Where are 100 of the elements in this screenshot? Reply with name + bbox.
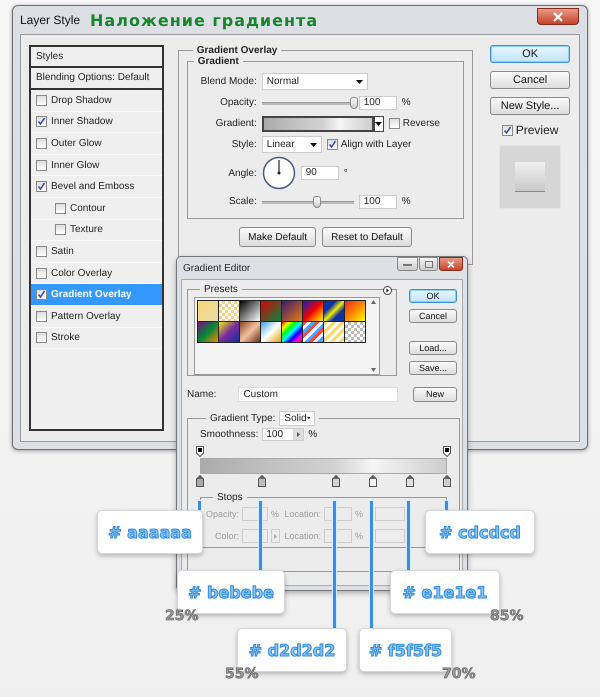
gradient-preset[interactable] xyxy=(324,301,345,322)
checkbox[interactable] xyxy=(36,246,47,257)
blend-mode-dropdown[interactable]: Normal xyxy=(262,73,368,90)
field-label: Style: xyxy=(230,139,257,150)
color-picker-button[interactable] xyxy=(271,529,280,543)
gradient-preset[interactable] xyxy=(303,322,324,343)
gradient-preset[interactable] xyxy=(282,322,303,343)
dialog-button[interactable]: Reset to Default xyxy=(322,227,412,247)
caret-icon xyxy=(310,142,317,146)
up-arrow-icon xyxy=(370,300,376,304)
dialog-button[interactable]: Cancel xyxy=(409,309,457,323)
down-arrow-icon xyxy=(370,368,376,372)
maximize-icon xyxy=(424,260,432,268)
gradient-dropdown[interactable] xyxy=(374,116,384,132)
opacity-stop[interactable] xyxy=(196,446,204,457)
scale-slider[interactable] xyxy=(262,196,354,208)
checkbox[interactable] xyxy=(36,310,47,322)
group-title: Presets xyxy=(203,284,239,295)
field-label: Angle: xyxy=(227,168,257,178)
leader-line xyxy=(259,501,262,570)
gradient-preset[interactable] xyxy=(324,322,345,343)
field-label: Name: xyxy=(187,388,216,400)
checkbox[interactable] xyxy=(36,160,47,171)
dialog-button[interactable]: Load... xyxy=(409,341,457,355)
color-stop[interactable] xyxy=(258,475,266,487)
caption: Наложение градиента xyxy=(90,10,318,30)
angle-dial[interactable] xyxy=(262,156,296,190)
gradient-preset[interactable] xyxy=(303,301,324,322)
close-button[interactable] xyxy=(537,8,579,25)
style-list-item[interactable]: Inner Glow xyxy=(31,154,162,176)
angle-field[interactable]: 90 xyxy=(300,166,339,180)
dialog-button[interactable]: Save... xyxy=(409,361,457,375)
unit-label: % xyxy=(271,509,280,519)
style-list-item[interactable]: Blending Options: Default xyxy=(31,68,162,90)
gradient-preset[interactable] xyxy=(198,301,219,322)
checkbox[interactable] xyxy=(502,124,513,136)
close-button[interactable] xyxy=(439,257,463,271)
checkbox[interactable] xyxy=(36,181,47,192)
new-button[interactable]: New xyxy=(412,386,457,402)
checkbox[interactable] xyxy=(36,94,47,106)
opacity-field[interactable]: 100 xyxy=(358,96,397,110)
leader-line xyxy=(407,501,410,570)
window-title: Layer Style xyxy=(20,13,80,27)
checkbox[interactable] xyxy=(388,118,400,129)
dialog-button[interactable]: OK xyxy=(490,45,570,63)
dialog-button[interactable]: Make Default xyxy=(239,227,316,247)
checkbox[interactable] xyxy=(36,268,47,279)
color-stop[interactable] xyxy=(406,475,414,487)
checkbox[interactable] xyxy=(36,138,47,149)
right-arrow-icon xyxy=(296,432,300,436)
style-list-item[interactable]: Satin xyxy=(31,241,162,263)
dialog-button[interactable]: OK xyxy=(409,289,457,303)
style-list-item[interactable]: Stroke xyxy=(31,328,162,350)
gradient-preset[interactable] xyxy=(345,322,366,343)
checkbox[interactable] xyxy=(55,202,66,214)
minimize-icon xyxy=(403,262,412,266)
scrollbar[interactable] xyxy=(369,300,377,372)
field-label: Opacity: xyxy=(219,97,257,108)
gradient-preset[interactable] xyxy=(261,322,282,343)
gradient-swatch[interactable] xyxy=(262,116,374,132)
checkbox[interactable] xyxy=(55,224,66,236)
color-stop[interactable] xyxy=(196,475,204,487)
name-field[interactable]: Custom xyxy=(238,386,398,402)
checkbox[interactable] xyxy=(36,289,47,300)
scale-field[interactable]: 100 xyxy=(358,194,397,208)
style-list-item[interactable]: Bevel and Emboss xyxy=(31,176,162,198)
caret-icon xyxy=(306,416,310,420)
style-list-item[interactable]: Pattern Overlay xyxy=(31,306,162,328)
checkbox[interactable] xyxy=(36,116,47,128)
checkbox[interactable] xyxy=(36,332,47,344)
minimize-button[interactable] xyxy=(397,257,418,271)
gradient-preset[interactable] xyxy=(219,322,240,343)
unit-label: % xyxy=(402,196,411,207)
group-title: Stops xyxy=(216,492,244,503)
maximize-button[interactable] xyxy=(419,257,438,271)
gradient-preset[interactable] xyxy=(240,301,261,322)
caret-icon xyxy=(356,80,363,84)
field-label: Scale: xyxy=(228,196,257,207)
field-label: Location: xyxy=(283,531,321,541)
unit-label: % xyxy=(355,509,364,519)
style-list-item[interactable]: Drop Shadow xyxy=(31,90,162,112)
preview-thumbnail xyxy=(499,145,562,209)
checkbox-label: Reverse xyxy=(402,118,440,129)
gradient-preset[interactable] xyxy=(345,301,366,322)
gradient-type-dropdown[interactable]: Solid xyxy=(279,410,316,426)
color-stop[interactable] xyxy=(443,475,451,487)
checkbox[interactable] xyxy=(326,139,338,150)
color-stop[interactable] xyxy=(332,475,340,487)
gradient-preset[interactable] xyxy=(219,301,240,322)
dialog-button[interactable]: New Style... xyxy=(490,97,570,115)
style-dropdown[interactable]: Linear xyxy=(262,136,322,153)
style-list-item[interactable]: Inner Shadow xyxy=(31,112,162,134)
opacity-stop[interactable] xyxy=(443,446,451,457)
dialog-button[interactable]: Cancel xyxy=(490,71,570,89)
style-list-item[interactable]: Contour xyxy=(31,198,162,220)
gradient-preset[interactable] xyxy=(240,322,261,343)
style-list-item[interactable]: Outer Glow xyxy=(31,133,162,155)
smoothness-field[interactable]: 100 xyxy=(262,428,304,440)
style-list-item[interactable]: Texture xyxy=(31,220,162,242)
color-stop[interactable] xyxy=(368,475,377,487)
